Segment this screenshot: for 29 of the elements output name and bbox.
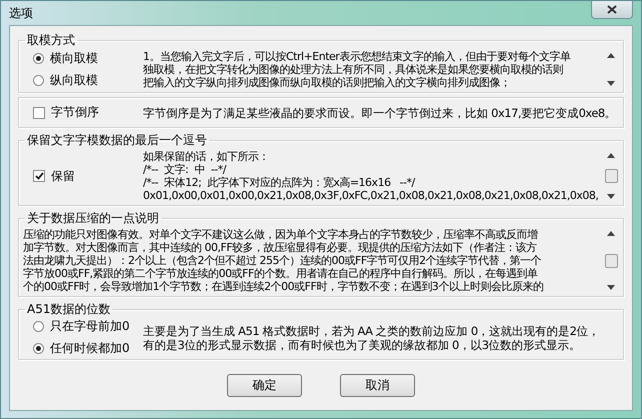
down-arrow-icon[interactable]: [607, 194, 615, 199]
up-arrow-icon[interactable]: [607, 153, 615, 158]
up-arrow-icon[interactable]: [607, 231, 615, 236]
down-arrow-icon[interactable]: [607, 81, 615, 86]
description-text: 主要是为了当生成 A51 格式数据时，若为 AA 之类的数前边应加 0，这就出现有的是2位， 有的是3位的形式显示数据，而有时候也为了美观的缘故都加 0，以3位数的形式显示。: [143, 324, 600, 352]
radio-button[interactable]: 只在字母前加0: [33, 318, 133, 335]
description-text: 压缩的功能只对图像有效。对单个文字不建议这么做，因为单个文字本身占的字节数较少，压缩率不高或反而增 加字节数。对大图像而言，其中连续的 00,FF较多，故压缩显得有必要。现提供的压缩方法如下（作者注：该方 法由龙啸九天提出）：2个以上（包含2个但不超过 255个）连续的00或FF字节可仅用2个连续字节代替，第一个 字节放00或FF,紧跟的第二个字节放连续的00或FF的个数。用者请在自己的程序中自行解码。所以，在每遇到单 个的00或FF时，会导致增加1个字节数；在遇到连续2个00或FF时，字节数不变；在遇到3个以上时则会比原来的: [23, 227, 544, 294]
close-button[interactable]: [591, 1, 633, 19]
window-title: 选项: [9, 4, 33, 22]
down-arrow-icon[interactable]: [607, 285, 615, 290]
close-icon: [607, 5, 617, 14]
scrollbar-thumb[interactable]: [604, 169, 618, 183]
group-title: A51数据的位数: [26, 301, 112, 318]
description-text: 如果保留的话，如下所示： /*-- 文字: 中 --*/ /*-- 宋体12; 此字体下对应的点阵为：宽x高=16x16 --*/ 0x01,0x00,0x01,0x00,0x21,0x08,0x3F,0xFC,0x21,0x08,0x21,0x08,0x21,0x08,0x21,0x08,: [143, 149, 600, 203]
checkbox[interactable]: 字节倒序: [33, 104, 133, 121]
description-text: 字节倒序是为了满足某些液晶的要求而设。即一个字节倒过来，比如 0x17,要把它变成0xe8。: [143, 106, 618, 120]
checkbox[interactable]: 保留: [33, 168, 133, 184]
scrollbar-thumb[interactable]: [604, 254, 618, 268]
group-title: 关于数据压缩的一点说明: [26, 210, 160, 227]
radio-button[interactable]: 任何时候都加0: [33, 340, 133, 357]
up-arrow-icon[interactable]: [607, 53, 615, 58]
group-title: 保留文字字模数据的最后一个逗号: [26, 132, 208, 149]
description-text: 1。当您输入完文字后，可以按Ctrl+Enter表示您想结束文字的输入，但由于要对每个文字单 独取模，在把文字转化为图像的处理方法上有所不同，具体说来是如果您要横向取模的话则 把输入的文字纵向排列成图像而纵向取模的话则把输入的文字横向排列成图像；: [143, 49, 572, 90]
dialog-button[interactable]: 确定: [227, 374, 302, 397]
radio-button[interactable]: 横向取模: [33, 50, 133, 67]
check-icon: [34, 172, 44, 180]
radio-button[interactable]: 纵向取模: [33, 72, 133, 89]
dialog-button[interactable]: 取消: [340, 374, 415, 397]
group-title: 取模方式: [26, 32, 76, 49]
